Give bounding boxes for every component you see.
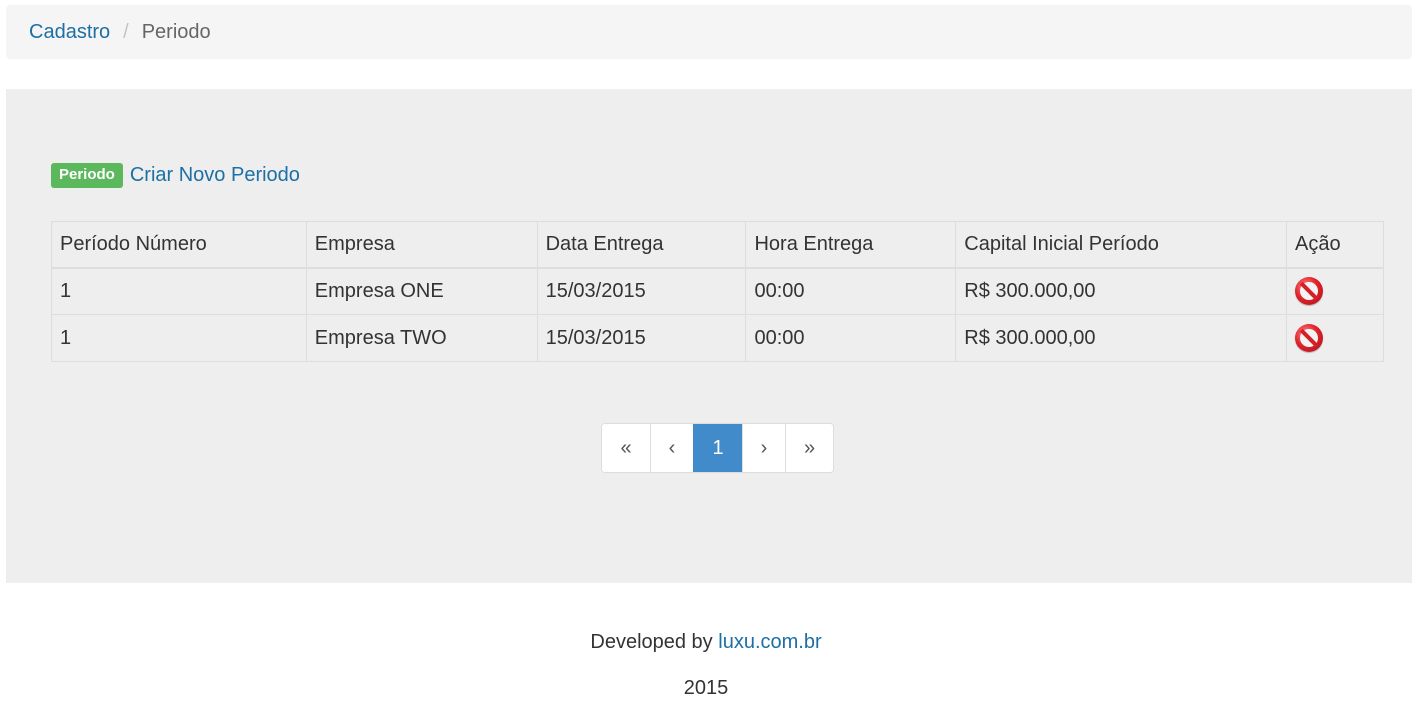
footer-developed-by: Developed by — [590, 631, 713, 653]
column-header-numero: Período Número — [51, 221, 307, 269]
cell-numero: 1 — [51, 314, 307, 362]
footer-credit: Developed by luxu.com.br — [0, 631, 1412, 654]
cell-hora: 00:00 — [745, 314, 957, 362]
pagination-next-button[interactable]: › — [742, 424, 785, 472]
periodo-badge: Periodo — [51, 163, 123, 188]
pagination-first-button[interactable]: « — [602, 424, 650, 472]
pagination-page-1[interactable]: 1 — [693, 424, 742, 472]
breadcrumb-separator: / — [123, 20, 129, 43]
table-row: 1 Empresa TWO 15/03/2015 00:00 R$ 300.00… — [51, 314, 1384, 362]
pagination: « ‹ 1 › » — [601, 423, 834, 473]
column-header-capital: Capital Inicial Período — [955, 221, 1288, 269]
table-header-row: Período Número Empresa Data Entrega Hora… — [51, 221, 1384, 269]
breadcrumb: Cadastro / Periodo — [6, 5, 1412, 59]
cell-data: 15/03/2015 — [536, 267, 747, 315]
cell-empresa: Empresa ONE — [305, 267, 538, 315]
cell-acao — [1286, 267, 1384, 315]
table-row: 1 Empresa ONE 15/03/2015 00:00 R$ 300.00… — [51, 267, 1384, 315]
cell-data: 15/03/2015 — [536, 314, 747, 362]
breadcrumb-link-cadastro[interactable]: Cadastro — [29, 21, 110, 44]
create-periodo-link[interactable]: Criar Novo Periodo — [130, 164, 300, 187]
cell-acao — [1286, 314, 1384, 362]
delete-icon[interactable] — [1295, 324, 1324, 352]
pagination-last-button[interactable]: » — [785, 424, 833, 472]
column-header-data: Data Entrega — [536, 221, 747, 269]
column-header-empresa: Empresa — [305, 221, 538, 269]
periodo-table: Período Número Empresa Data Entrega Hora… — [51, 221, 1384, 362]
cell-numero: 1 — [51, 267, 307, 315]
main-panel: Periodo Criar Novo Periodo Período Númer… — [6, 89, 1412, 583]
breadcrumb-current: Periodo — [141, 20, 211, 43]
footer-link[interactable]: luxu.com.br — [718, 631, 821, 653]
cell-capital: R$ 300.000,00 — [955, 267, 1288, 315]
cell-empresa: Empresa TWO — [305, 314, 538, 362]
cell-hora: 00:00 — [745, 267, 957, 315]
pagination-prev-button[interactable]: ‹ — [650, 424, 693, 472]
cell-capital: R$ 300.000,00 — [955, 314, 1288, 362]
column-header-hora: Hora Entrega — [745, 221, 957, 269]
title-row: Periodo Criar Novo Periodo — [51, 163, 300, 188]
delete-icon[interactable] — [1295, 277, 1324, 306]
column-header-acao: Ação — [1286, 221, 1384, 269]
footer-year: 2015 — [683, 677, 729, 699]
